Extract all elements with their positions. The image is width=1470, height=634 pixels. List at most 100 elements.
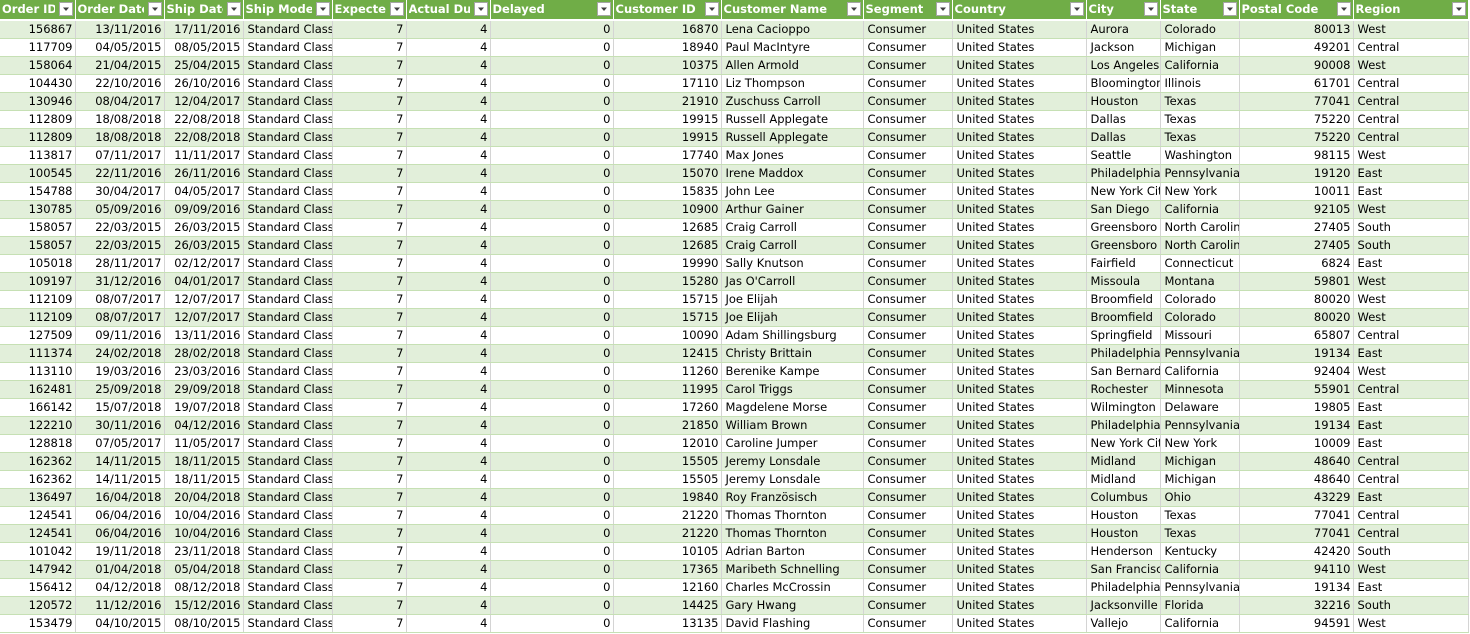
cell-expected[interactable]: 7	[332, 218, 407, 237]
cell-order_id[interactable]: 156412	[0, 578, 76, 597]
cell-region[interactable]: South	[1353, 542, 1469, 561]
cell-customer_id[interactable]: 10090	[613, 326, 722, 345]
cell-ship_date[interactable]: 20/04/2018	[164, 488, 244, 507]
cell-order_date[interactable]: 08/04/2017	[75, 92, 165, 111]
filter-dropdown-icon[interactable]	[1451, 2, 1466, 16]
cell-country[interactable]: United States	[952, 326, 1087, 345]
cell-segment[interactable]: Consumer	[863, 344, 953, 363]
cell-order_date[interactable]: 22/03/2015	[75, 236, 165, 255]
cell-state[interactable]: Texas	[1160, 506, 1240, 525]
cell-actual[interactable]: 4	[406, 290, 491, 309]
cell-order_id[interactable]: 136497	[0, 488, 76, 507]
cell-ship_date[interactable]: 10/04/2016	[164, 506, 244, 525]
cell-order_date[interactable]: 14/11/2015	[75, 452, 165, 471]
cell-segment[interactable]: Consumer	[863, 128, 953, 147]
cell-ship_date[interactable]: 18/11/2015	[164, 452, 244, 471]
cell-postal[interactable]: 43229	[1239, 488, 1354, 507]
column-header-order_date[interactable]: Order Date	[75, 0, 165, 21]
cell-ship_date[interactable]: 22/08/2018	[164, 128, 244, 147]
cell-segment[interactable]: Consumer	[863, 560, 953, 579]
cell-actual[interactable]: 4	[406, 254, 491, 273]
cell-actual[interactable]: 4	[406, 200, 491, 219]
cell-postal[interactable]: 32216	[1239, 596, 1354, 615]
column-header-expected[interactable]: Expected	[332, 0, 407, 21]
cell-order_date[interactable]: 04/05/2015	[75, 38, 165, 57]
cell-country[interactable]: United States	[952, 578, 1087, 597]
cell-customer_id[interactable]: 15070	[613, 164, 722, 183]
cell-postal[interactable]: 19120	[1239, 164, 1354, 183]
cell-region[interactable]: East	[1353, 254, 1469, 273]
cell-order_id[interactable]: 112809	[0, 110, 76, 129]
cell-actual[interactable]: 4	[406, 434, 491, 453]
cell-expected[interactable]: 7	[332, 164, 407, 183]
cell-city[interactable]: Bloomington	[1086, 74, 1161, 93]
cell-segment[interactable]: Consumer	[863, 380, 953, 399]
cell-ship_mode[interactable]: Standard Class	[243, 398, 333, 417]
cell-segment[interactable]: Consumer	[863, 542, 953, 561]
cell-country[interactable]: United States	[952, 254, 1087, 273]
column-header-customer_name[interactable]: Customer Name	[721, 0, 864, 21]
cell-order_date[interactable]: 19/11/2018	[75, 542, 165, 561]
cell-city[interactable]: New York City	[1086, 182, 1161, 201]
cell-country[interactable]: United States	[952, 56, 1087, 75]
table-row[interactable]: 105018 28/11/2017 02/12/2017 Standard Class…	[0, 254, 1469, 273]
cell-city[interactable]: Dallas	[1086, 128, 1161, 147]
cell-state[interactable]: California	[1160, 560, 1240, 579]
cell-state[interactable]: California	[1160, 200, 1240, 219]
cell-actual[interactable]: 4	[406, 542, 491, 561]
column-header-customer_id[interactable]: Customer ID	[613, 0, 722, 21]
cell-ship_date[interactable]: 28/02/2018	[164, 344, 244, 363]
cell-state[interactable]: North Carolina	[1160, 236, 1240, 255]
cell-segment[interactable]: Consumer	[863, 488, 953, 507]
cell-customer_id[interactable]: 11995	[613, 380, 722, 399]
cell-state[interactable]: Kentucky	[1160, 542, 1240, 561]
cell-segment[interactable]: Consumer	[863, 182, 953, 201]
cell-country[interactable]: United States	[952, 218, 1087, 237]
cell-ship_mode[interactable]: Standard Class	[243, 506, 333, 525]
cell-postal[interactable]: 19134	[1239, 416, 1354, 435]
cell-expected[interactable]: 7	[332, 380, 407, 399]
cell-ship_mode[interactable]: Standard Class	[243, 596, 333, 615]
cell-city[interactable]: San Francisco	[1086, 560, 1161, 579]
cell-expected[interactable]: 7	[332, 182, 407, 201]
cell-customer_name[interactable]: Christy Brittain	[721, 344, 864, 363]
cell-order_date[interactable]: 24/02/2018	[75, 344, 165, 363]
cell-city[interactable]: Broomfield	[1086, 308, 1161, 327]
cell-order_id[interactable]: 124541	[0, 524, 76, 543]
cell-region[interactable]: Central	[1353, 38, 1469, 57]
cell-ship_date[interactable]: 08/10/2015	[164, 614, 244, 633]
cell-segment[interactable]: Consumer	[863, 38, 953, 57]
cell-actual[interactable]: 4	[406, 164, 491, 183]
cell-customer_name[interactable]: William Brown	[721, 416, 864, 435]
cell-ship_date[interactable]: 12/07/2017	[164, 290, 244, 309]
cell-city[interactable]: Houston	[1086, 524, 1161, 543]
column-header-ship_date[interactable]: Ship Date	[164, 0, 244, 21]
cell-postal[interactable]: 80020	[1239, 308, 1354, 327]
cell-customer_id[interactable]: 15505	[613, 452, 722, 471]
cell-state[interactable]: New York	[1160, 182, 1240, 201]
cell-country[interactable]: United States	[952, 452, 1087, 471]
cell-expected[interactable]: 7	[332, 560, 407, 579]
cell-state[interactable]: Missouri	[1160, 326, 1240, 345]
table-row[interactable]: 153479 04/10/2015 08/10/2015 Standard Class…	[0, 614, 1469, 633]
cell-postal[interactable]: 48640	[1239, 452, 1354, 471]
cell-order_id[interactable]: 105018	[0, 254, 76, 273]
cell-actual[interactable]: 4	[406, 272, 491, 291]
cell-ship_date[interactable]: 26/03/2015	[164, 218, 244, 237]
cell-order_id[interactable]: 130946	[0, 92, 76, 111]
cell-ship_mode[interactable]: Standard Class	[243, 344, 333, 363]
cell-delayed[interactable]: 0	[490, 398, 614, 417]
cell-expected[interactable]: 7	[332, 92, 407, 111]
table-row[interactable]: 113110 19/03/2016 23/03/2016 Standard Class…	[0, 362, 1469, 381]
cell-actual[interactable]: 4	[406, 56, 491, 75]
cell-order_id[interactable]: 112809	[0, 128, 76, 147]
cell-country[interactable]: United States	[952, 614, 1087, 633]
cell-delayed[interactable]: 0	[490, 434, 614, 453]
cell-segment[interactable]: Consumer	[863, 614, 953, 633]
cell-postal[interactable]: 92404	[1239, 362, 1354, 381]
cell-order_date[interactable]: 05/09/2016	[75, 200, 165, 219]
cell-country[interactable]: United States	[952, 308, 1087, 327]
cell-order_id[interactable]: 158057	[0, 218, 76, 237]
cell-expected[interactable]: 7	[332, 308, 407, 327]
cell-city[interactable]: Los Angeles	[1086, 56, 1161, 75]
